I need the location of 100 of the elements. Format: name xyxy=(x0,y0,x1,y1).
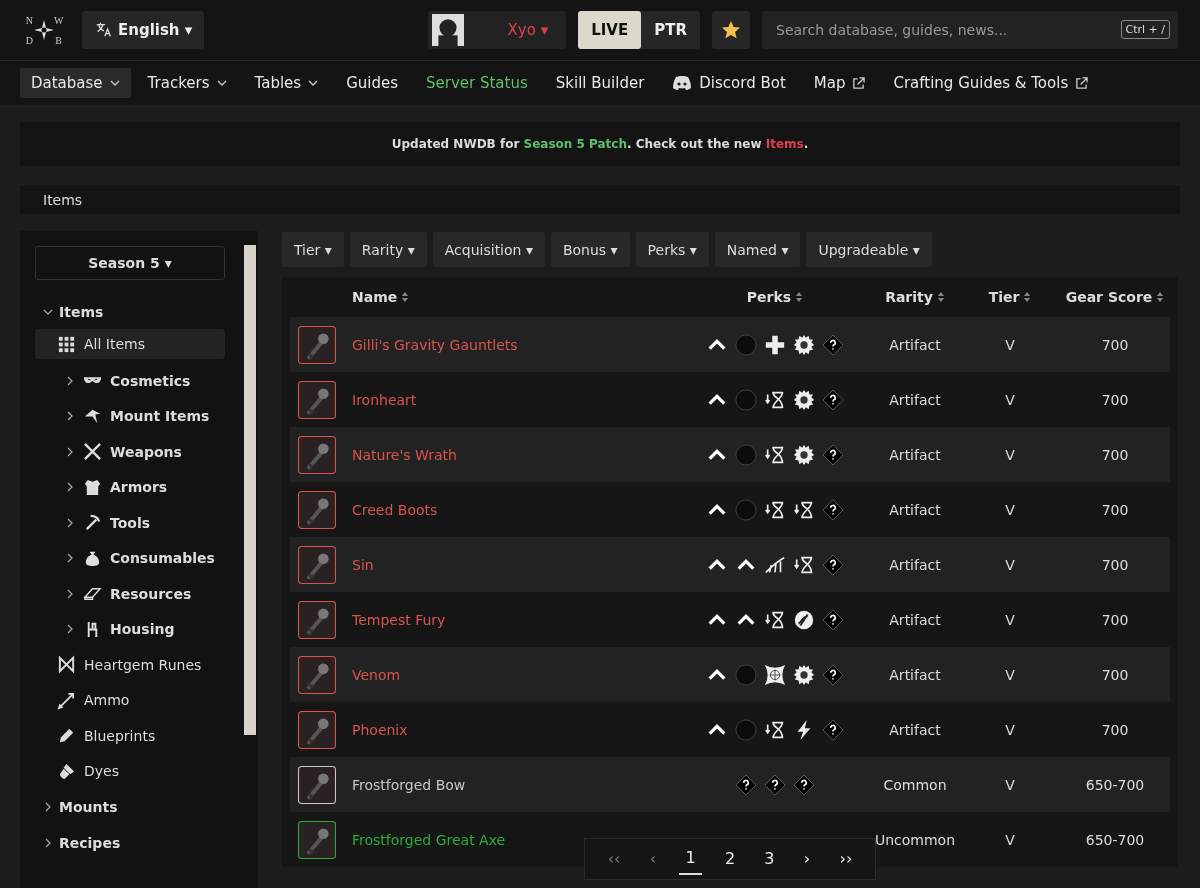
unknown-perk-icon xyxy=(822,333,844,356)
gear-score-cell: 650-700 xyxy=(1085,776,1145,793)
sort-icon xyxy=(936,291,945,303)
server-tab[interactable]: LIVE xyxy=(578,11,642,49)
filter-dropdown[interactable]: Bonus ▾ xyxy=(550,232,630,267)
tier-cell: V xyxy=(1005,501,1015,518)
scrollbar-thumb[interactable] xyxy=(244,245,256,735)
page-button[interactable]: 2 xyxy=(718,843,742,875)
item-name-link[interactable]: Tempest Fury xyxy=(352,611,446,628)
nav-link[interactable]: Database xyxy=(20,68,131,98)
gear-icon xyxy=(793,388,815,411)
item-name-link[interactable]: Gilli's Gravity Gauntlets xyxy=(352,336,518,353)
unknown-perk-icon xyxy=(822,388,844,411)
tier-cell: V xyxy=(1005,391,1015,408)
rarity-cell: Artifact xyxy=(889,666,941,683)
unknown-perk-icon xyxy=(822,663,844,686)
column-header[interactable]: Perks xyxy=(746,289,804,305)
last-page-button[interactable]: ›› xyxy=(833,843,859,875)
tree-item[interactable]: Housing xyxy=(35,611,225,647)
tree-item[interactable]: Resources xyxy=(35,576,225,612)
prev-page-button[interactable]: ‹ xyxy=(643,843,663,875)
column-header[interactable]: Rarity xyxy=(885,289,945,305)
tree-item[interactable]: Items xyxy=(35,294,244,330)
item-name-link[interactable]: Ironheart xyxy=(352,391,417,408)
unknown-perk-icon xyxy=(822,608,844,631)
gear-score-cell: 700 xyxy=(1101,391,1129,408)
logo[interactable]: N W D B xyxy=(22,10,66,50)
sort-icon xyxy=(795,291,804,303)
gear-score-cell: 700 xyxy=(1101,446,1129,463)
tree-item[interactable]: Armors xyxy=(35,469,225,505)
tree-item[interactable]: Tools xyxy=(35,505,225,541)
nav-link[interactable]: Tables xyxy=(243,68,330,98)
item-name-link[interactable]: Frostforged Great Axe xyxy=(352,831,506,848)
tree-item[interactable]: Mounts xyxy=(35,789,244,825)
first-page-button[interactable]: ‹‹ xyxy=(601,843,627,875)
collapsed-icon xyxy=(65,375,75,386)
gear-score-cell: 700 xyxy=(1101,336,1129,353)
tree-item[interactable]: Consumables xyxy=(35,540,225,576)
discord-icon xyxy=(672,74,693,92)
external-link-icon xyxy=(1075,76,1089,90)
server-tab[interactable]: PTR xyxy=(641,11,700,49)
tree-item[interactable]: Mount Items xyxy=(35,398,225,434)
chevron-icon xyxy=(109,80,120,86)
gear-icon xyxy=(793,443,815,466)
tree-item[interactable]: All Items xyxy=(35,329,225,359)
tree-item[interactable]: Ammo xyxy=(35,682,225,718)
filter-dropdown[interactable]: Rarity ▾ xyxy=(349,232,427,267)
swords-icon xyxy=(83,442,102,462)
unknown-perk-icon xyxy=(764,773,786,796)
nav-link[interactable]: Skill Builder xyxy=(544,68,656,98)
empty-socket-icon xyxy=(735,333,757,356)
filter-dropdown[interactable]: Named ▾ xyxy=(714,232,801,267)
item-name-link[interactable]: Creed Boots xyxy=(352,501,438,518)
mask-icon xyxy=(83,376,102,386)
item-name-link[interactable]: Venom xyxy=(352,666,401,683)
filter-dropdown[interactable]: Upgradeable ▾ xyxy=(806,232,932,267)
brush-icon xyxy=(57,761,76,781)
filter-dropdown[interactable]: Acquisition ▾ xyxy=(432,232,545,267)
unknown-perk-icon xyxy=(793,773,815,796)
favorites-button[interactable] xyxy=(712,11,750,49)
empty-socket-icon xyxy=(735,388,757,411)
tier-cell: V xyxy=(1005,776,1015,793)
tier-cell: V xyxy=(1005,336,1015,353)
item-name-link[interactable]: Frostforged Bow xyxy=(352,776,466,793)
rarity-cell: Common xyxy=(883,776,947,793)
collapsed-icon xyxy=(65,553,75,564)
season-dropdown[interactable]: Season 5 ▾ xyxy=(35,246,225,280)
chevron-icon xyxy=(308,80,319,86)
tree-item[interactable]: Dyes xyxy=(35,753,225,789)
tree-item[interactable]: Weapons xyxy=(35,434,225,470)
nav-link[interactable]: Trackers xyxy=(136,68,238,98)
armor-icon xyxy=(83,477,102,497)
item-name-link[interactable]: Sin xyxy=(352,556,374,573)
rarity-cell: Artifact xyxy=(889,611,941,628)
nav-link[interactable]: Crafting Guides & Tools xyxy=(882,68,1100,98)
next-page-button[interactable]: › xyxy=(797,843,817,875)
column-header[interactable]: Name xyxy=(352,289,410,305)
unknown-perk-icon xyxy=(735,773,757,796)
item-name-link[interactable]: Nature's Wrath xyxy=(352,446,457,463)
tree-item[interactable]: Heartgem Runes xyxy=(35,647,225,683)
nav-link[interactable]: Server Status xyxy=(415,68,539,98)
grid-icon xyxy=(57,334,76,354)
tree-item[interactable]: Recipes xyxy=(35,825,244,861)
filter-dropdown[interactable]: Tier ▾ xyxy=(282,232,344,267)
nav-link[interactable]: Discord Bot xyxy=(661,68,797,98)
rarity-cell: Artifact xyxy=(889,391,941,408)
tree-item[interactable]: Blueprints xyxy=(35,718,225,754)
sort-icon xyxy=(1023,291,1032,303)
avatar[interactable] xyxy=(431,14,464,46)
page-button[interactable]: 1 xyxy=(679,843,702,875)
nav-link[interactable]: Map xyxy=(802,68,877,98)
nav-link[interactable]: Guides xyxy=(335,68,409,98)
column-header[interactable]: Tier xyxy=(988,289,1032,305)
item-name-link[interactable]: Phoenix xyxy=(352,721,408,738)
collapsed-icon xyxy=(65,411,75,422)
filter-dropdown[interactable]: Perks ▾ xyxy=(635,232,709,267)
page-button[interactable]: 3 xyxy=(758,843,781,875)
language-button[interactable]: English ▾ xyxy=(82,11,205,49)
column-header[interactable]: Gear Score xyxy=(1065,289,1165,305)
tree-item[interactable]: Cosmetics xyxy=(35,363,225,399)
